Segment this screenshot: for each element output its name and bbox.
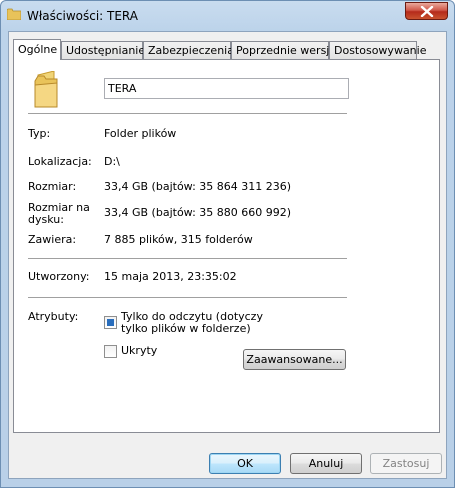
size-value: 33,4 GB (bajtów: 35 864 311 236) (104, 180, 292, 193)
tab-previous-versions[interactable]: Poprzednie wersje (231, 41, 336, 59)
location-label: Lokalizacja: (28, 155, 92, 168)
location-value: D:\ (104, 155, 120, 168)
tab-security[interactable]: Zabezpieczenia (143, 41, 234, 59)
separator (28, 258, 347, 259)
cancel-button[interactable]: Anuluj (290, 453, 362, 474)
type-value: Folder plików (104, 127, 177, 140)
contains-value: 7 885 plików, 315 folderów (104, 233, 253, 246)
ok-button[interactable]: OK (209, 453, 281, 474)
tab-general[interactable]: Ogólne (13, 39, 61, 60)
contains-label: Zawiera: (28, 233, 77, 246)
size-on-disk-label-line2: dysku: (28, 213, 64, 226)
attributes-label: Atrybuty: (28, 310, 79, 323)
hidden-checkbox[interactable] (104, 345, 117, 358)
size-label: Rozmiar: (28, 180, 77, 193)
properties-window: Właściwości: TERA Ogólne Udostępnianie Z… (0, 0, 455, 488)
separator (28, 113, 347, 114)
title-bar[interactable]: Właściwości: TERA (1, 1, 454, 31)
tab-customize[interactable]: Dostosowywanie (329, 41, 426, 59)
created-label: Utworzony: (28, 270, 90, 283)
created-value: 15 maja 2013, 23:35:02 (104, 270, 237, 283)
advanced-button[interactable]: Zaawansowane... (243, 349, 346, 370)
tab-sharing[interactable]: Udostępnianie (61, 41, 145, 59)
folder-large-icon (32, 70, 68, 112)
dialog-client-area: Ogólne Udostępnianie Zabezpieczenia Popr… (8, 31, 447, 479)
close-icon (420, 6, 434, 17)
general-tab-panel: Typ: Folder plików Lokalizacja: D:\ Rozm… (13, 59, 440, 433)
type-label: Typ: (28, 127, 51, 140)
separator (28, 297, 347, 298)
size-on-disk-value: 33,4 GB (bajtów: 35 880 660 992) (104, 206, 292, 219)
folder-icon (6, 8, 22, 21)
readonly-label-line2: tylko plików w folderze) (121, 322, 251, 335)
apply-button[interactable]: Zastosuj (370, 453, 442, 474)
close-button[interactable] (405, 2, 448, 20)
folder-name-input[interactable] (104, 78, 349, 99)
readonly-checkbox[interactable] (104, 316, 117, 329)
hidden-label: Ukryty (121, 344, 158, 357)
window-title: Właściwości: TERA (27, 9, 138, 23)
